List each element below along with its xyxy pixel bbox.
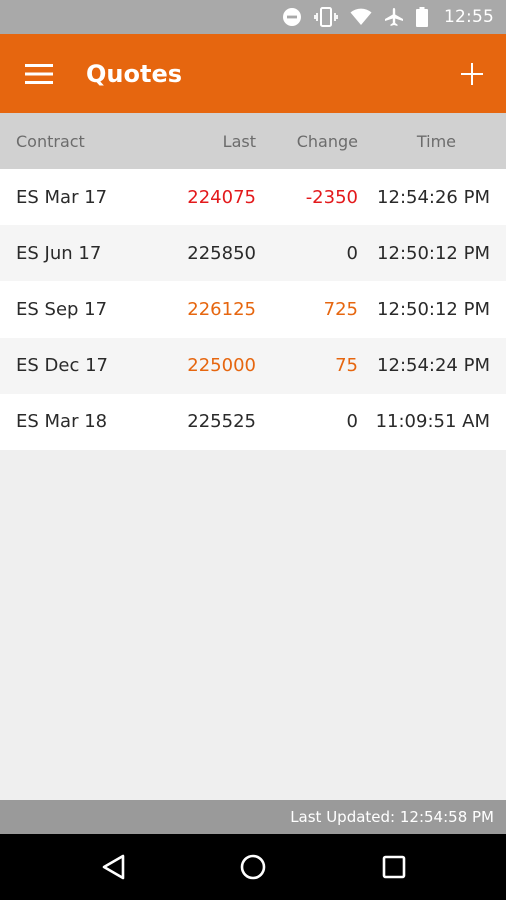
last-price-cell: 226125 bbox=[187, 298, 256, 320]
header-contract[interactable]: Contract bbox=[16, 113, 85, 169]
last-price-cell: 225850 bbox=[187, 242, 256, 264]
recents-icon bbox=[382, 855, 406, 879]
status-icons: 12:55 bbox=[282, 7, 494, 27]
table-row[interactable]: ES Sep 17 226125 725 12:50:12 PM bbox=[0, 281, 506, 338]
navigation-bar bbox=[0, 834, 506, 900]
time-cell: 12:50:12 PM bbox=[377, 298, 490, 320]
contract-cell: ES Mar 18 bbox=[16, 411, 108, 433]
add-button[interactable] bbox=[458, 60, 486, 88]
table-row[interactable]: ES Jun 17 225850 0 12:50:12 PM bbox=[0, 225, 506, 282]
time-cell: 11:09:51 AM bbox=[375, 411, 490, 433]
change-cell: 0 bbox=[346, 242, 358, 264]
time-cell: 12:50:12 PM bbox=[377, 242, 490, 264]
page-title: Quotes bbox=[86, 59, 183, 88]
table-row[interactable]: ES Mar 18 225525 0 11:09:51 AM bbox=[0, 393, 506, 450]
header-time[interactable]: Time bbox=[417, 113, 456, 169]
contract-cell: ES Sep 17 bbox=[16, 298, 108, 320]
contract-cell: ES Mar 17 bbox=[16, 186, 108, 208]
hamburger-menu-icon bbox=[25, 63, 53, 84]
last-price-cell: 225525 bbox=[187, 411, 256, 433]
change-cell: 0 bbox=[346, 411, 358, 433]
table-row[interactable]: ES Dec 17 225000 75 12:54:24 PM bbox=[0, 337, 506, 394]
home-button[interactable] bbox=[237, 851, 269, 883]
contract-cell: ES Dec 17 bbox=[16, 355, 108, 377]
recents-button[interactable] bbox=[378, 851, 410, 883]
app-bar: Quotes bbox=[0, 34, 506, 113]
status-clock: 12:55 bbox=[444, 7, 494, 27]
last-updated-bar: Last Updated: 12:54:58 PM bbox=[0, 800, 506, 834]
contract-cell: ES Jun 17 bbox=[16, 242, 102, 264]
back-icon bbox=[102, 854, 125, 880]
quotes-list: ES Mar 17 224075 -2350 12:54:26 PM ES Ju… bbox=[0, 169, 506, 450]
last-price-cell: 224075 bbox=[187, 186, 256, 208]
header-last[interactable]: Last bbox=[223, 113, 256, 169]
airplane-icon bbox=[385, 8, 403, 26]
change-cell: -2350 bbox=[305, 186, 358, 208]
change-cell: 725 bbox=[323, 298, 358, 320]
table-row[interactable]: ES Mar 17 224075 -2350 12:54:26 PM bbox=[0, 169, 506, 226]
back-button[interactable] bbox=[98, 851, 130, 883]
battery-icon bbox=[416, 7, 428, 27]
time-cell: 12:54:26 PM bbox=[377, 186, 490, 208]
home-icon bbox=[240, 854, 266, 880]
do-not-disturb-icon bbox=[283, 8, 301, 26]
header-change[interactable]: Change bbox=[297, 113, 358, 169]
change-cell: 75 bbox=[335, 355, 358, 377]
table-header: Contract Last Change Time bbox=[0, 113, 506, 169]
plus-icon bbox=[461, 63, 483, 85]
quotes-screen: 12:55 Quotes Contract Last Change Time E… bbox=[0, 0, 506, 900]
status-bar: 12:55 bbox=[0, 0, 506, 34]
time-cell: 12:54:24 PM bbox=[377, 355, 490, 377]
vibrate-icon bbox=[314, 7, 338, 27]
wifi-icon bbox=[350, 8, 372, 25]
last-updated-text: Last Updated: 12:54:58 PM bbox=[290, 808, 494, 826]
last-price-cell: 225000 bbox=[187, 355, 256, 377]
menu-button[interactable] bbox=[0, 34, 78, 113]
